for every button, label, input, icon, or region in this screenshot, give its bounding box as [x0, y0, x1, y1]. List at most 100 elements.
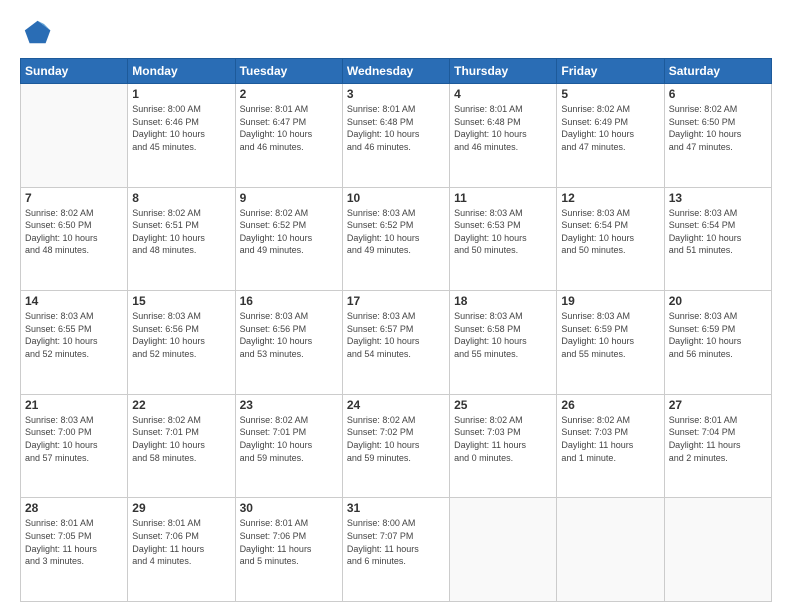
day-info: Sunrise: 8:01 AM Sunset: 7:06 PM Dayligh… [240, 517, 338, 567]
calendar-week-row: 14Sunrise: 8:03 AM Sunset: 6:55 PM Dayli… [21, 291, 772, 395]
weekday-header: Tuesday [235, 59, 342, 84]
calendar-cell: 10 Sunrise: 8:03 AM Sunset: 6:52 PM Dayli… [342, 187, 449, 291]
day-number: 16 [240, 294, 338, 308]
day-number: 15 [132, 294, 230, 308]
day-number: 6 [669, 87, 767, 101]
calendar-cell: 4Sunrise: 8:01 AM Sunset: 6:48 PM Daylig… [450, 84, 557, 188]
calendar-cell [450, 498, 557, 602]
day-info: Sunrise: 8:03 AM Sunset: 6:56 PM Dayligh… [132, 310, 230, 360]
calendar-week-row: 7 Sunrise: 8:02 AM Sunset: 6:50 PM Daylig… [21, 187, 772, 291]
calendar-cell: 21 Sunrise: 8:03 AM Sunset: 7:00 PM Dayli… [21, 394, 128, 498]
calendar-cell: 30Sunrise: 8:01 AM Sunset: 7:06 PM Dayli… [235, 498, 342, 602]
calendar-cell: 1Sunrise: 8:00 AM Sunset: 6:46 PM Daylig… [128, 84, 235, 188]
calendar-week-row: 21 Sunrise: 8:03 AM Sunset: 7:00 PM Dayli… [21, 394, 772, 498]
calendar-cell: 31 Sunrise: 8:00 AM Sunset: 7:07 PM Dayli… [342, 498, 449, 602]
calendar-cell: 26 Sunrise: 8:02 AM Sunset: 7:03 PM Dayli… [557, 394, 664, 498]
weekday-header: Sunday [21, 59, 128, 84]
day-info: Sunrise: 8:03 AM Sunset: 6:52 PM Dayligh… [347, 207, 445, 257]
day-info: Sunrise: 8:03 AM Sunset: 6:53 PM Dayligh… [454, 207, 552, 257]
day-number: 29 [132, 501, 230, 515]
day-number: 3 [347, 87, 445, 101]
calendar-cell: 20Sunrise: 8:03 AM Sunset: 6:59 PM Dayli… [664, 291, 771, 395]
calendar-cell: 6 Sunrise: 8:02 AM Sunset: 6:50 PM Daylig… [664, 84, 771, 188]
day-info: Sunrise: 8:02 AM Sunset: 6:49 PM Dayligh… [561, 103, 659, 153]
calendar-cell: 19 Sunrise: 8:03 AM Sunset: 6:59 PM Dayli… [557, 291, 664, 395]
calendar-week-row: 1Sunrise: 8:00 AM Sunset: 6:46 PM Daylig… [21, 84, 772, 188]
calendar-cell: 28 Sunrise: 8:01 AM Sunset: 7:05 PM Dayli… [21, 498, 128, 602]
day-info: Sunrise: 8:03 AM Sunset: 6:59 PM Dayligh… [561, 310, 659, 360]
day-number: 22 [132, 398, 230, 412]
day-info: Sunrise: 8:01 AM Sunset: 7:05 PM Dayligh… [25, 517, 123, 567]
day-info: Sunrise: 8:03 AM Sunset: 6:55 PM Dayligh… [25, 310, 123, 360]
day-info: Sunrise: 8:03 AM Sunset: 6:54 PM Dayligh… [561, 207, 659, 257]
day-info: Sunrise: 8:03 AM Sunset: 7:00 PM Dayligh… [25, 414, 123, 464]
day-number: 5 [561, 87, 659, 101]
day-number: 10 [347, 191, 445, 205]
calendar-cell: 22 Sunrise: 8:02 AM Sunset: 7:01 PM Dayli… [128, 394, 235, 498]
calendar-cell: 29 Sunrise: 8:01 AM Sunset: 7:06 PM Dayli… [128, 498, 235, 602]
day-number: 31 [347, 501, 445, 515]
day-number: 9 [240, 191, 338, 205]
calendar-cell: 27Sunrise: 8:01 AM Sunset: 7:04 PM Dayli… [664, 394, 771, 498]
day-info: Sunrise: 8:01 AM Sunset: 7:06 PM Dayligh… [132, 517, 230, 567]
day-info: Sunrise: 8:03 AM Sunset: 6:54 PM Dayligh… [669, 207, 767, 257]
calendar-cell: 17Sunrise: 8:03 AM Sunset: 6:57 PM Dayli… [342, 291, 449, 395]
day-info: Sunrise: 8:02 AM Sunset: 7:01 PM Dayligh… [132, 414, 230, 464]
calendar-cell: 16Sunrise: 8:03 AM Sunset: 6:56 PM Dayli… [235, 291, 342, 395]
weekday-header: Thursday [450, 59, 557, 84]
calendar-cell [21, 84, 128, 188]
day-info: Sunrise: 8:02 AM Sunset: 6:52 PM Dayligh… [240, 207, 338, 257]
header [20, 16, 772, 48]
day-info: Sunrise: 8:02 AM Sunset: 6:50 PM Dayligh… [25, 207, 123, 257]
calendar-cell: 5 Sunrise: 8:02 AM Sunset: 6:49 PM Daylig… [557, 84, 664, 188]
day-info: Sunrise: 8:02 AM Sunset: 7:03 PM Dayligh… [561, 414, 659, 464]
calendar-cell: 7 Sunrise: 8:02 AM Sunset: 6:50 PM Daylig… [21, 187, 128, 291]
day-info: Sunrise: 8:02 AM Sunset: 7:01 PM Dayligh… [240, 414, 338, 464]
day-number: 13 [669, 191, 767, 205]
calendar-cell: 24Sunrise: 8:02 AM Sunset: 7:02 PM Dayli… [342, 394, 449, 498]
logo [20, 16, 56, 48]
day-number: 23 [240, 398, 338, 412]
weekday-header: Saturday [664, 59, 771, 84]
day-number: 26 [561, 398, 659, 412]
day-info: Sunrise: 8:01 AM Sunset: 6:48 PM Dayligh… [454, 103, 552, 153]
calendar-cell: 12 Sunrise: 8:03 AM Sunset: 6:54 PM Dayli… [557, 187, 664, 291]
weekday-header: Monday [128, 59, 235, 84]
calendar-cell: 9 Sunrise: 8:02 AM Sunset: 6:52 PM Daylig… [235, 187, 342, 291]
day-info: Sunrise: 8:03 AM Sunset: 6:59 PM Dayligh… [669, 310, 767, 360]
day-info: Sunrise: 8:00 AM Sunset: 6:46 PM Dayligh… [132, 103, 230, 153]
calendar-cell: 8 Sunrise: 8:02 AM Sunset: 6:51 PM Daylig… [128, 187, 235, 291]
day-number: 7 [25, 191, 123, 205]
logo-icon [20, 16, 52, 48]
calendar-cell: 3 Sunrise: 8:01 AM Sunset: 6:48 PM Daylig… [342, 84, 449, 188]
calendar-cell: 2Sunrise: 8:01 AM Sunset: 6:47 PM Daylig… [235, 84, 342, 188]
day-info: Sunrise: 8:02 AM Sunset: 6:51 PM Dayligh… [132, 207, 230, 257]
calendar-cell: 23 Sunrise: 8:02 AM Sunset: 7:01 PM Dayli… [235, 394, 342, 498]
day-info: Sunrise: 8:03 AM Sunset: 6:57 PM Dayligh… [347, 310, 445, 360]
calendar-week-row: 28 Sunrise: 8:01 AM Sunset: 7:05 PM Dayli… [21, 498, 772, 602]
calendar-cell: 11 Sunrise: 8:03 AM Sunset: 6:53 PM Dayli… [450, 187, 557, 291]
day-number: 8 [132, 191, 230, 205]
day-number: 11 [454, 191, 552, 205]
calendar-cell: 18Sunrise: 8:03 AM Sunset: 6:58 PM Dayli… [450, 291, 557, 395]
calendar-cell: 15 Sunrise: 8:03 AM Sunset: 6:56 PM Dayli… [128, 291, 235, 395]
calendar-cell [664, 498, 771, 602]
day-number: 12 [561, 191, 659, 205]
day-number: 28 [25, 501, 123, 515]
day-info: Sunrise: 8:01 AM Sunset: 6:48 PM Dayligh… [347, 103, 445, 153]
day-info: Sunrise: 8:02 AM Sunset: 6:50 PM Dayligh… [669, 103, 767, 153]
calendar-cell [557, 498, 664, 602]
weekday-header: Friday [557, 59, 664, 84]
day-number: 19 [561, 294, 659, 308]
day-number: 21 [25, 398, 123, 412]
day-info: Sunrise: 8:02 AM Sunset: 7:03 PM Dayligh… [454, 414, 552, 464]
day-number: 25 [454, 398, 552, 412]
calendar-table: SundayMondayTuesdayWednesdayThursdayFrid… [20, 58, 772, 602]
day-number: 18 [454, 294, 552, 308]
calendar-cell: 14Sunrise: 8:03 AM Sunset: 6:55 PM Dayli… [21, 291, 128, 395]
calendar-header-row: SundayMondayTuesdayWednesdayThursdayFrid… [21, 59, 772, 84]
day-info: Sunrise: 8:01 AM Sunset: 6:47 PM Dayligh… [240, 103, 338, 153]
day-info: Sunrise: 8:00 AM Sunset: 7:07 PM Dayligh… [347, 517, 445, 567]
day-info: Sunrise: 8:01 AM Sunset: 7:04 PM Dayligh… [669, 414, 767, 464]
day-info: Sunrise: 8:02 AM Sunset: 7:02 PM Dayligh… [347, 414, 445, 464]
